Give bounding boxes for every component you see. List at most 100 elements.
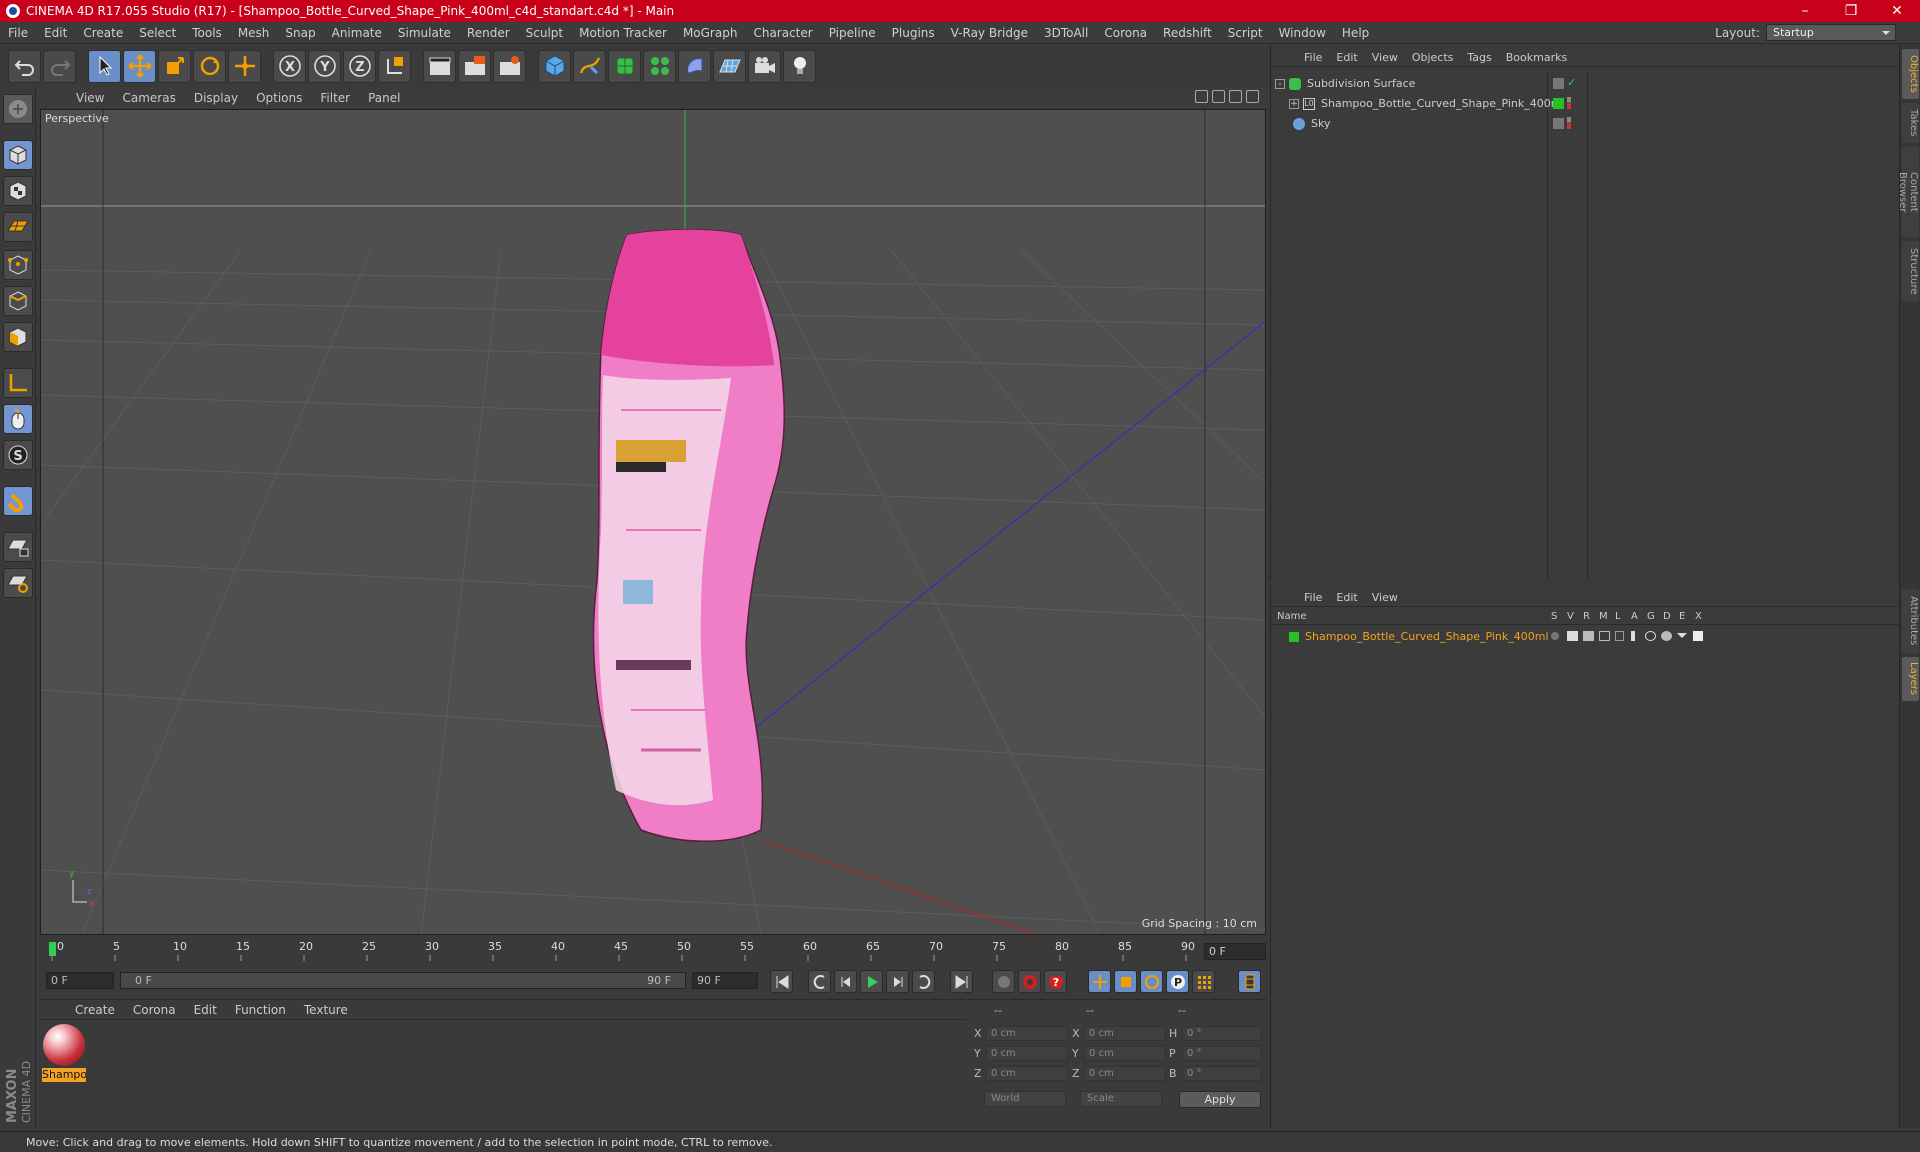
redo-button[interactable] (43, 49, 76, 83)
object-row-shampoo-bottle[interactable]: + L0 Shampoo_Bottle_Curved_Shape_Pink_40… (1275, 94, 1895, 113)
rotation-p-field[interactable]: 0 ° (1182, 1046, 1262, 1061)
current-frame-field[interactable]: 0 F (1204, 943, 1266, 960)
viewport-menu-options[interactable]: Options (247, 91, 311, 105)
layer-menu-file[interactable]: File (1297, 591, 1329, 604)
key-pla-button[interactable] (1192, 970, 1215, 993)
timeline-ruler[interactable]: 0 5 10 15 20 25 30 35 40 45 50 55 60 65 … (40, 938, 1266, 964)
menu-simulate[interactable]: Simulate (390, 26, 459, 40)
menu-3dtoall[interactable]: 3DToAll (1036, 26, 1096, 40)
tweak-mode-button[interactable] (3, 404, 33, 434)
floor-button[interactable] (713, 49, 746, 83)
menu-plugins[interactable]: Plugins (884, 26, 943, 40)
pen-spline-button[interactable] (573, 49, 606, 83)
timeline-playhead[interactable] (49, 942, 56, 956)
apply-button[interactable]: Apply (1179, 1091, 1261, 1108)
rotation-b-field[interactable]: 0 ° (1182, 1066, 1262, 1081)
menu-help[interactable]: Help (1334, 26, 1377, 40)
object-menu-bookmarks[interactable]: Bookmarks (1499, 51, 1574, 64)
maximize-button[interactable]: ❐ (1828, 0, 1874, 22)
camera-button[interactable] (748, 49, 781, 83)
layer-column-generators[interactable]: G (1647, 611, 1655, 622)
layer-column-manager[interactable]: M (1599, 611, 1608, 622)
object-row-subdivision-surface[interactable]: - Subdivision Surface ✓ (1275, 74, 1895, 93)
layer-column-deformers[interactable]: D (1663, 611, 1671, 622)
3d-viewport[interactable]: y z x Perspective Grid Spacing : 10 cm (40, 109, 1266, 935)
minimize-button[interactable]: – (1782, 0, 1828, 22)
rotate-tool-button[interactable] (193, 49, 226, 83)
size-x-field[interactable]: 0 cm (1084, 1026, 1166, 1041)
viewport-zoom-icon[interactable] (1212, 90, 1225, 103)
layer-view-eye-icon[interactable] (1567, 631, 1578, 641)
menu-create[interactable]: Create (75, 26, 131, 40)
size-y-field[interactable]: 0 cm (1084, 1046, 1166, 1061)
menu-render[interactable]: Render (459, 26, 518, 40)
menu-redshift[interactable]: Redshift (1155, 26, 1220, 40)
scale-tool-button[interactable] (158, 49, 191, 83)
play-button[interactable] (860, 970, 883, 993)
layer-xref-icon[interactable] (1693, 631, 1703, 641)
menu-sculpt[interactable]: Sculpt (518, 26, 571, 40)
previous-frame-button[interactable] (834, 970, 857, 993)
menu-select[interactable]: Select (131, 26, 184, 40)
viewport-menu-cameras[interactable]: Cameras (113, 91, 184, 105)
tab-structure[interactable]: Structure (1902, 241, 1919, 301)
layer-generators-icon[interactable] (1645, 631, 1656, 641)
layer-deformers-icon[interactable] (1661, 631, 1672, 641)
mograph-cloner-button[interactable] (643, 49, 676, 83)
deformer-button[interactable] (678, 49, 711, 83)
transform-tool-button[interactable] (228, 49, 261, 83)
menu-snap[interactable]: Snap (277, 26, 323, 40)
render-view-button[interactable] (423, 49, 456, 83)
material-menu-create[interactable]: Create (66, 1003, 124, 1017)
layer-color-swatch[interactable] (1289, 631, 1299, 642)
x-axis-lock-button[interactable]: X (273, 49, 306, 83)
viewport-menu-panel[interactable]: Panel (359, 91, 409, 105)
material-swatch[interactable]: Shampo (42, 1024, 86, 1082)
coordinate-system-button[interactable] (378, 49, 411, 83)
layer-column-name[interactable]: Name (1277, 611, 1307, 622)
z-axis-lock-button[interactable]: Z (343, 49, 376, 83)
menu-file[interactable]: File (0, 26, 36, 40)
end-frame-field[interactable]: 90 F (692, 972, 758, 989)
layer-column-xref[interactable]: X (1695, 611, 1702, 622)
cube-object-button[interactable] (538, 49, 571, 83)
object-menu-file[interactable]: File (1297, 51, 1329, 64)
object-menu-view[interactable]: View (1365, 51, 1405, 64)
workplane-mode-button[interactable] (3, 212, 33, 242)
layer-menu-edit[interactable]: Edit (1329, 591, 1364, 604)
undo-button[interactable] (8, 49, 41, 83)
menu-window[interactable]: Window (1271, 26, 1334, 40)
start-frame-field[interactable]: 0 F (46, 972, 114, 989)
layer-render-icon[interactable] (1583, 631, 1594, 641)
tab-objects[interactable]: Objects (1902, 49, 1919, 99)
rotation-h-field[interactable]: 0 ° (1182, 1026, 1262, 1041)
move-tool-button[interactable] (123, 49, 156, 83)
live-selection-button[interactable] (88, 49, 121, 83)
size-mode-dropdown[interactable]: Scale (1080, 1091, 1162, 1107)
keyframe-selection-button[interactable]: ? (1044, 970, 1067, 993)
menu-vray-bridge[interactable]: V-Ray Bridge (943, 26, 1036, 40)
points-mode-button[interactable] (3, 250, 33, 280)
object-menu-objects[interactable]: Objects (1405, 51, 1461, 64)
menu-script[interactable]: Script (1220, 26, 1271, 40)
menu-tools[interactable]: Tools (184, 26, 230, 40)
autokeying-button[interactable] (1018, 970, 1041, 993)
layer-column-view[interactable]: V (1567, 611, 1574, 622)
menu-animate[interactable]: Animate (324, 26, 390, 40)
y-axis-lock-button[interactable]: Y (308, 49, 341, 83)
layer-column-animation[interactable]: A (1631, 611, 1638, 622)
lock-workplane-button[interactable] (3, 532, 33, 562)
material-menu-texture[interactable]: Texture (295, 1003, 357, 1017)
menu-motion-tracker[interactable]: Motion Tracker (571, 26, 675, 40)
object-menu-edit[interactable]: Edit (1329, 51, 1364, 64)
next-key-button[interactable] (912, 970, 935, 993)
material-menu-corona[interactable]: Corona (124, 1003, 185, 1017)
next-frame-button[interactable] (886, 970, 909, 993)
key-parameter-button[interactable]: P (1166, 970, 1189, 993)
snap-button[interactable] (3, 486, 33, 516)
collapse-toggle-icon[interactable]: - (1275, 78, 1285, 89)
visibility-dots-icon[interactable] (1567, 97, 1571, 109)
viewport-menu-view[interactable]: View (67, 91, 113, 105)
enable-axis-button[interactable] (3, 368, 33, 398)
layer-lock-icon[interactable] (1615, 631, 1624, 641)
